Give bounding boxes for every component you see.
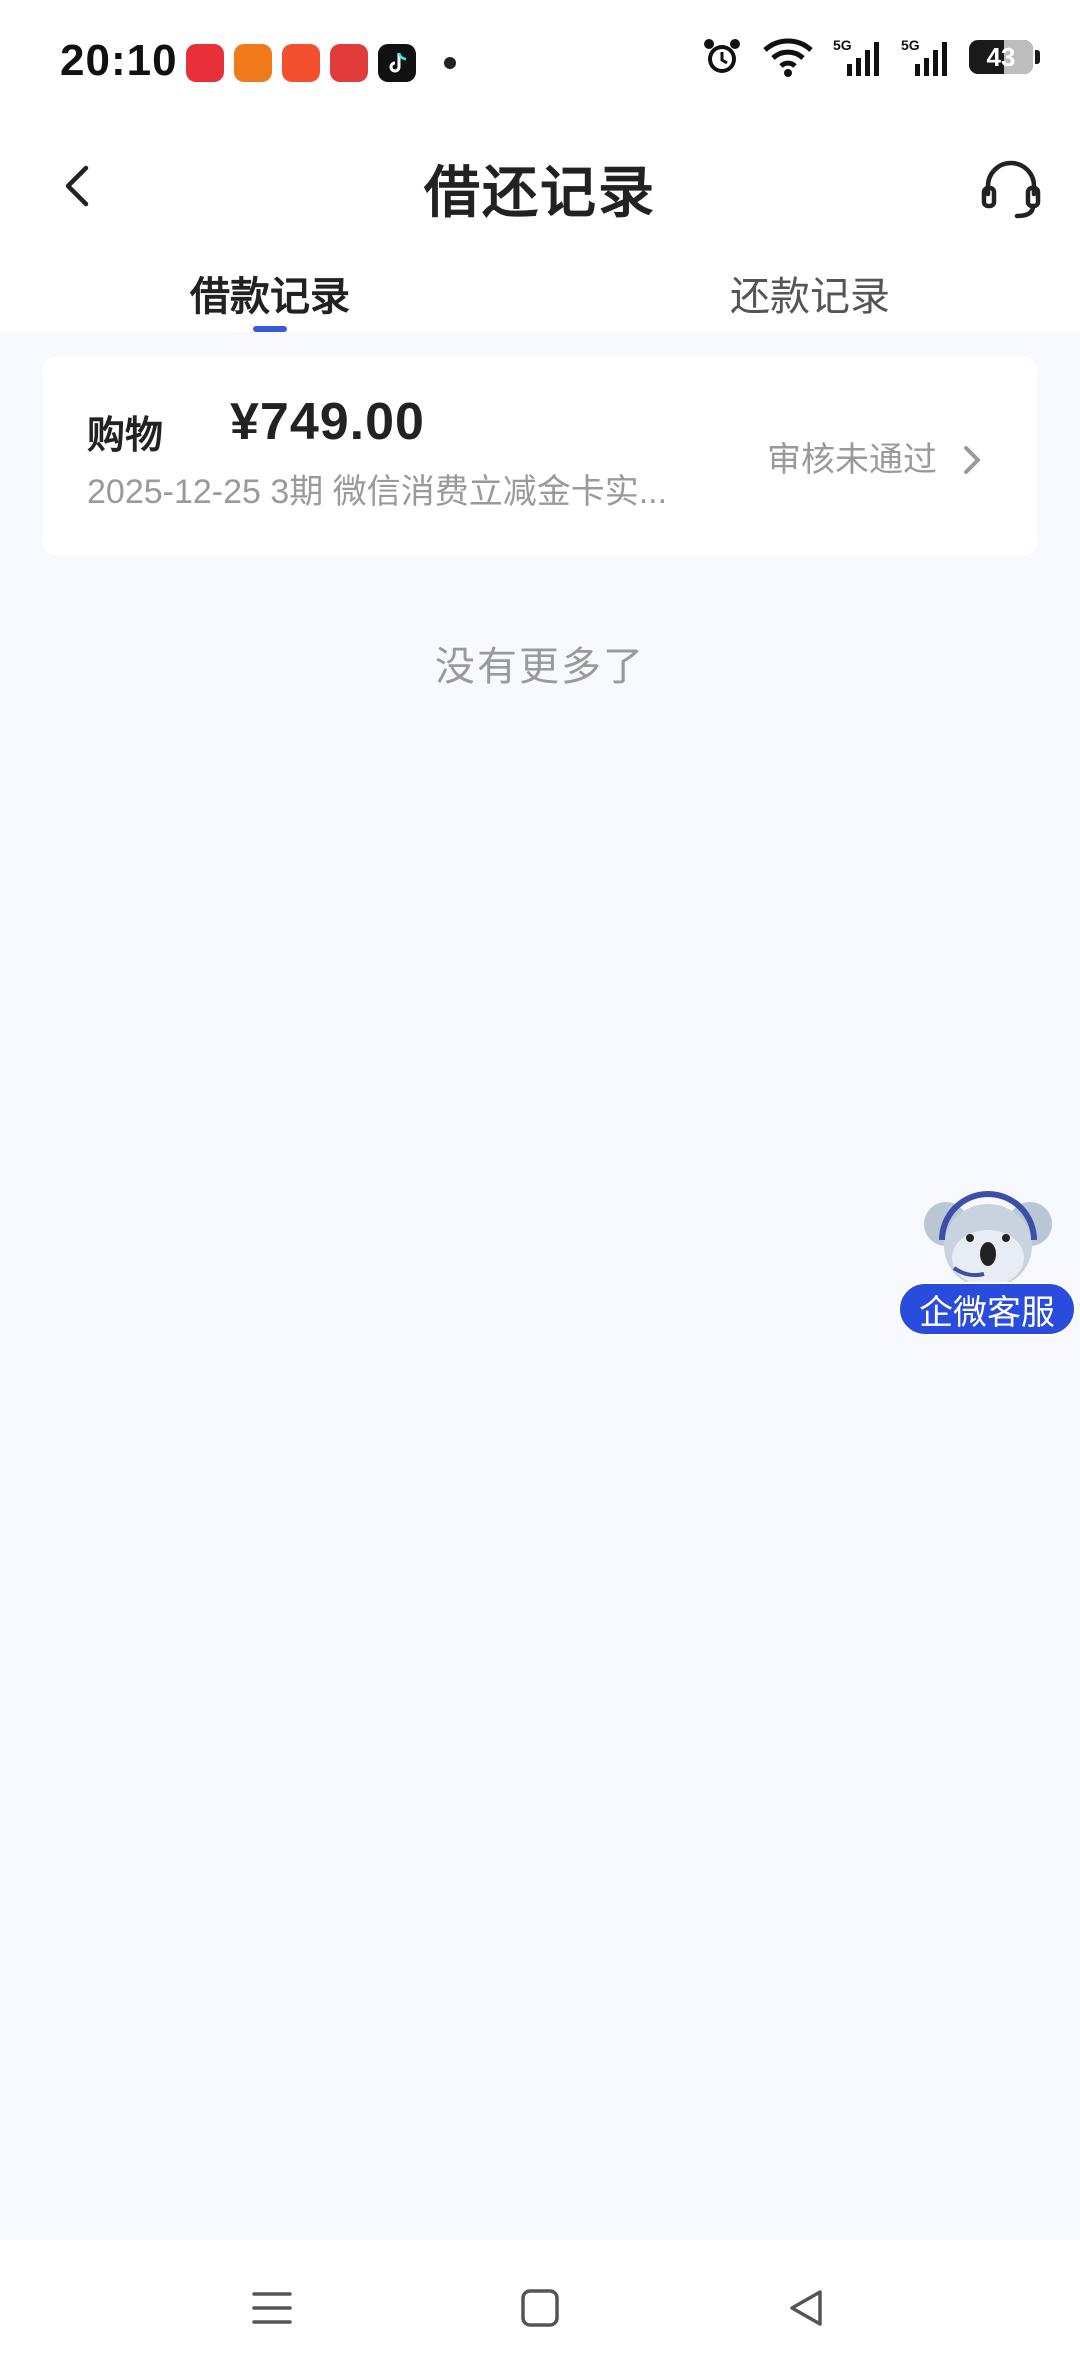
back-triangle-icon[interactable] bbox=[784, 2286, 828, 2330]
system-icons: 5G 5G 43 bbox=[701, 36, 1040, 78]
svg-text:5G: 5G bbox=[833, 37, 852, 53]
header: 借还记录 bbox=[0, 130, 1080, 250]
system-nav-bar bbox=[0, 2240, 1080, 2376]
app-icon-4 bbox=[330, 44, 368, 82]
record-status: 审核未通过 bbox=[767, 441, 937, 479]
tab-bar: 借款记录 还款记录 bbox=[0, 250, 1080, 332]
battery-cap bbox=[1035, 50, 1040, 64]
headset-icon[interactable] bbox=[976, 154, 1046, 224]
app-icon-1 bbox=[186, 44, 224, 82]
floating-service-button[interactable]: 企微客服 bbox=[898, 1188, 1080, 1340]
battery-icon: 43 bbox=[969, 40, 1033, 74]
record-subline: 2025-12-25 3期 微信消费立减金卡实... bbox=[87, 473, 668, 511]
signal-5g-icon: 5G bbox=[833, 37, 879, 76]
active-tab-indicator bbox=[253, 326, 287, 332]
page-title: 借还记录 bbox=[424, 161, 656, 224]
app-icon-2 bbox=[234, 44, 272, 82]
home-icon[interactable] bbox=[518, 2286, 562, 2330]
tiktok-icon bbox=[378, 44, 416, 82]
wifi-icon bbox=[763, 38, 813, 77]
more-notifications-dot bbox=[444, 57, 456, 69]
koala-headset-mascot bbox=[924, 1191, 1052, 1288]
chevron-right-icon bbox=[964, 446, 980, 474]
status-bar: 20:10 5G 5G 43 bbox=[0, 0, 1080, 130]
tab-repay-records[interactable]: 还款记录 bbox=[730, 264, 890, 322]
battery-level: 43 bbox=[986, 41, 1016, 72]
record-card[interactable]: 购物 ¥749.00 2025-12-25 3期 微信消费立减金卡实... 审核… bbox=[43, 356, 1037, 556]
signal-5g-icon-2: 5G bbox=[901, 37, 947, 76]
floating-service-label: 企微客服 bbox=[898, 1282, 1076, 1336]
menu-icon[interactable] bbox=[250, 2286, 294, 2330]
status-time: 20:10 bbox=[60, 36, 178, 85]
record-type: 购物 bbox=[87, 415, 164, 457]
app-icon-3 bbox=[282, 44, 320, 82]
no-more-text: 没有更多了 bbox=[435, 645, 645, 689]
notification-icons bbox=[186, 44, 456, 82]
svg-text:5G: 5G bbox=[901, 37, 920, 53]
alarm-icon bbox=[704, 39, 740, 73]
record-amount: ¥749.00 bbox=[230, 393, 425, 451]
tab-borrow-records[interactable]: 借款记录 bbox=[190, 264, 350, 322]
